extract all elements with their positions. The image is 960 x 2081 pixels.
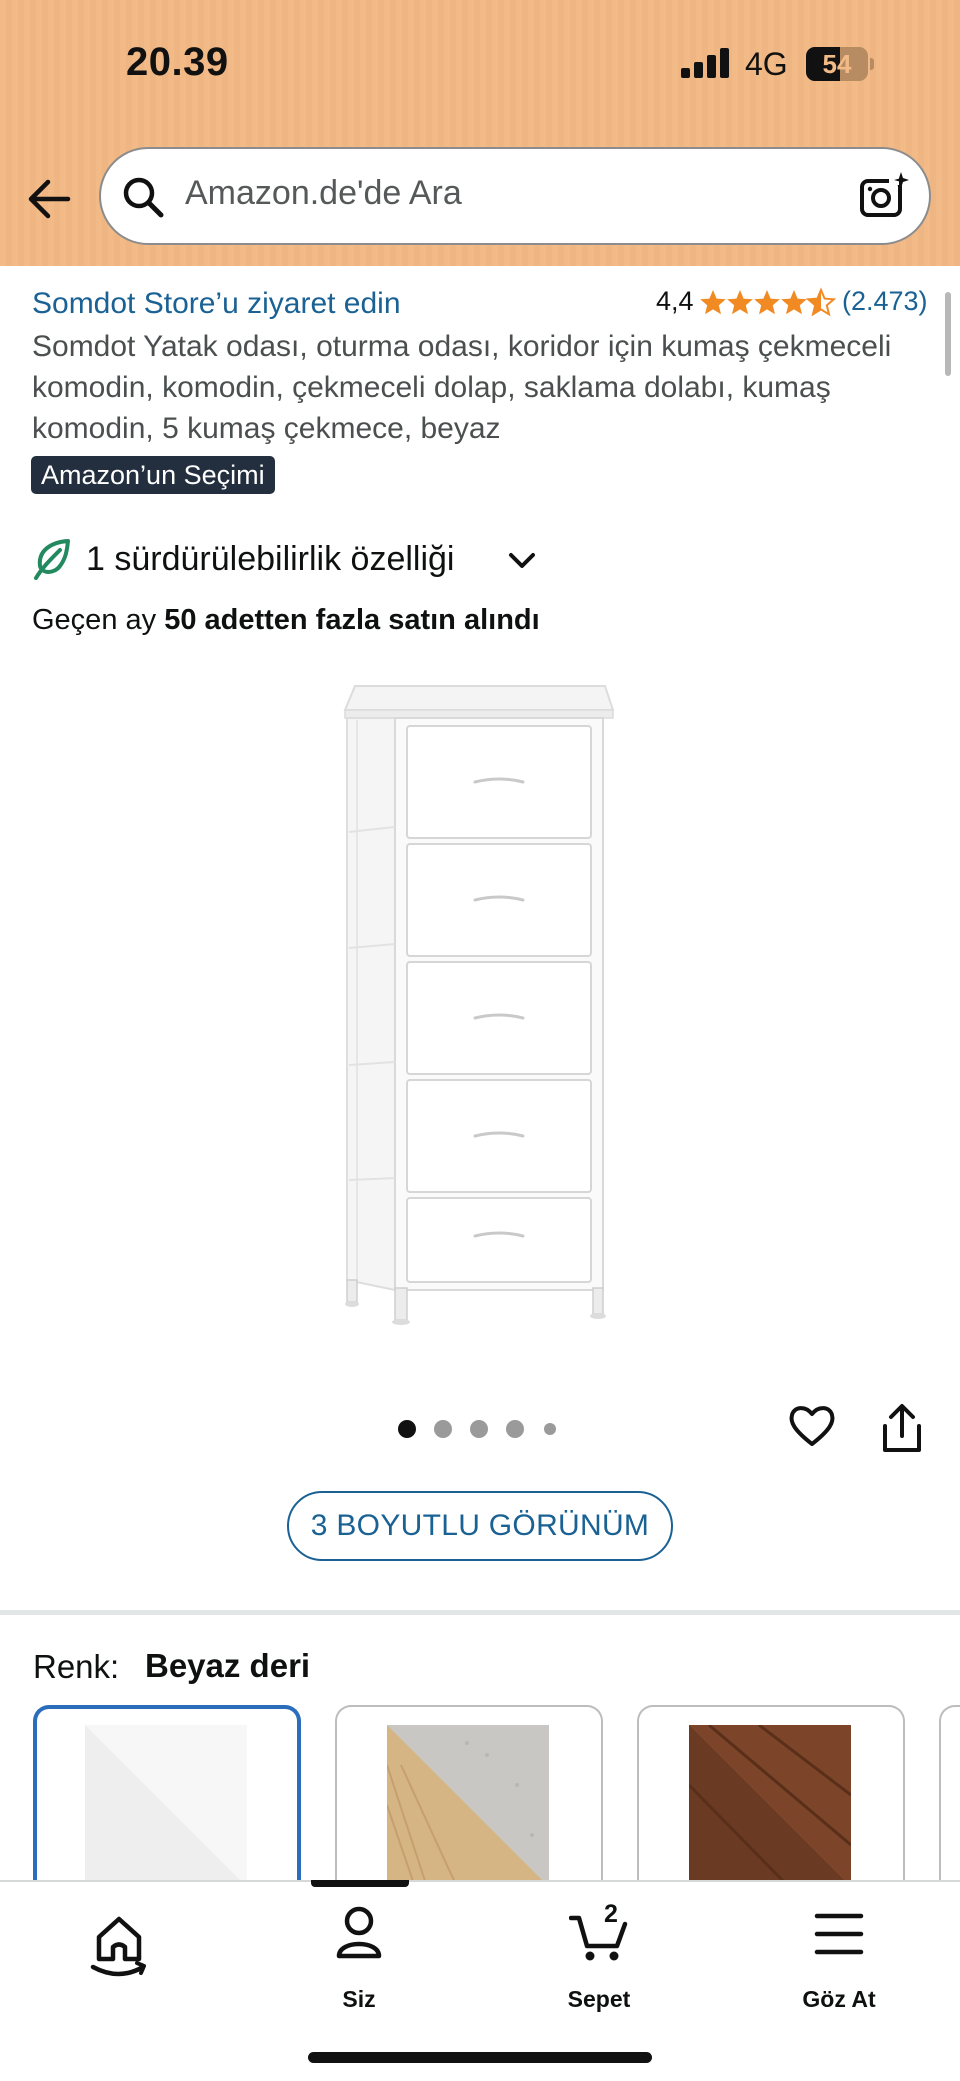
swatch-image-white <box>85 1725 247 1885</box>
selected-color: Beyaz deri <box>145 1647 311 1684</box>
nav-you-label: Siz <box>342 1986 376 2012</box>
network-type: 4G <box>745 46 788 82</box>
search-placeholder: Amazon.de'de Ara <box>185 174 462 212</box>
user-icon <box>336 1906 382 1959</box>
app-header: 20.39 4G 54 Amazon.de'de Ara <box>0 0 960 266</box>
color-swatch-white[interactable] <box>33 1705 301 1885</box>
status-time: 20.39 <box>126 40 229 84</box>
scrollbar[interactable] <box>945 292 951 376</box>
section-divider <box>0 1610 960 1615</box>
color-swatch-more[interactable] <box>939 1705 960 1885</box>
battery-level: 54 <box>822 49 852 79</box>
color-swatch-rustic-brown[interactable] <box>637 1705 905 1885</box>
sustainability-label: 1 sürdürülebilirlik özelliği <box>86 540 455 578</box>
leaf-icon <box>34 539 70 580</box>
chevron-down-icon <box>509 553 535 568</box>
rating-value: 4,4 <box>656 286 694 316</box>
back-arrow-icon[interactable] <box>26 176 72 222</box>
camera-search-icon[interactable] <box>859 171 909 221</box>
sustainability-toggle[interactable]: 1 sürdürülebilirlik özelliği <box>32 534 552 584</box>
bottom-navigation: Siz 2 Sepet Göz At <box>0 1880 960 2081</box>
signal-icon <box>681 48 731 78</box>
home-icon <box>90 1916 146 1977</box>
review-count-link[interactable]: (2.473) <box>842 286 928 317</box>
nav-browse-label: Göz At <box>802 1986 876 2012</box>
color-swatch-oak-grey[interactable] <box>335 1705 603 1885</box>
cart-count: 2 <box>604 1900 618 1928</box>
swatch-image-oak-grey <box>387 1725 549 1885</box>
nav-home[interactable] <box>29 1904 209 2014</box>
search-input[interactable]: Amazon.de'de Ara <box>99 147 931 245</box>
menu-icon <box>814 1913 864 1955</box>
nav-browse[interactable]: Göz At <box>749 1904 929 2014</box>
product-title: Somdot Yatak odası, oturma odası, korido… <box>32 330 892 445</box>
battery-icon: 54 <box>806 47 874 81</box>
image-carousel-dots[interactable] <box>398 1418 568 1440</box>
view-3d-button[interactable]: 3 BOYUTLU GÖRÜNÜM <box>287 1491 673 1561</box>
share-icon[interactable] <box>878 1402 926 1454</box>
nav-cart-label: Sepet <box>567 1986 631 2012</box>
bought-prefix: Geçen ay <box>32 604 165 636</box>
product-image[interactable] <box>335 680 625 1335</box>
color-label: Renk: <box>33 1648 120 1685</box>
swatch-image-rustic-brown <box>689 1725 851 1885</box>
heart-icon[interactable] <box>788 1402 836 1450</box>
store-link[interactable]: Somdot Store’u ziyaret edin <box>32 287 401 321</box>
star-rating[interactable] <box>700 285 836 319</box>
search-icon <box>123 177 164 218</box>
amazons-choice-badge: Amazon’un Seçimi <box>31 456 275 494</box>
bought-count: 50 adetten fazla satın alındı <box>164 604 540 636</box>
nav-cart[interactable]: 2 Sepet <box>509 1900 689 2014</box>
nav-you[interactable]: Siz <box>269 1904 449 2014</box>
bought-last-month: Geçen ay 50 adetten fazla satın alındı <box>32 604 540 637</box>
active-tab-indicator <box>311 1880 409 1887</box>
home-indicator[interactable] <box>308 2052 652 2063</box>
